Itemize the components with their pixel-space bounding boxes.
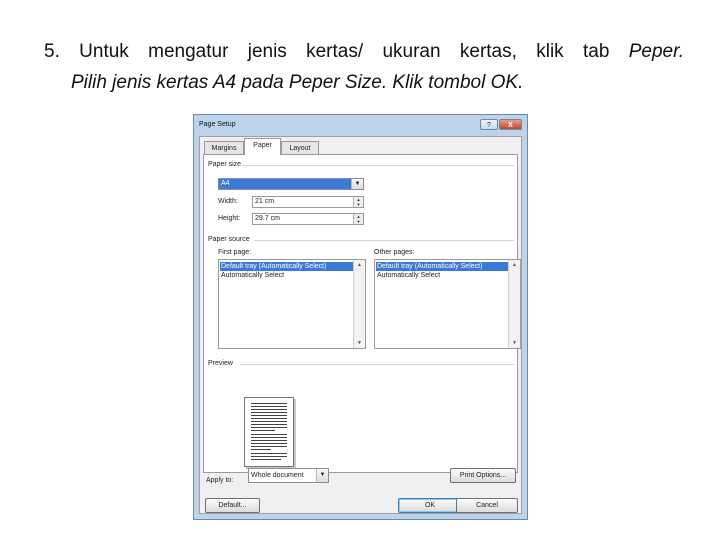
page-preview: [244, 397, 294, 467]
close-button[interactable]: X: [499, 119, 522, 130]
preview-line: [251, 427, 287, 428]
preview-line: [251, 449, 271, 450]
preview-line: [251, 418, 287, 419]
scroll-up-icon[interactable]: ▲: [509, 260, 520, 270]
paper-size-label: Paper size: [208, 161, 242, 168]
preview-line: [251, 437, 287, 438]
preview-line: [251, 440, 287, 441]
apply-to-label: Apply to:: [206, 477, 234, 484]
tab-margins[interactable]: Margins: [204, 141, 244, 154]
other-pages-label: Other pages:: [374, 249, 415, 256]
help-button[interactable]: ?: [480, 119, 498, 130]
dialog-client: Margins Paper Layout Paper size A4 ▼ Wid…: [199, 136, 522, 514]
dialog-titlebar[interactable]: Page Setup ? X: [194, 115, 527, 135]
dialog-title: Page Setup: [199, 121, 236, 128]
scrollbar[interactable]: ▲ ▼: [353, 260, 365, 348]
instruction-line-2: Pilih jenis kertas A4 pada Peper Size. K…: [71, 72, 524, 93]
apply-to-dropdown[interactable]: Whole document ▼: [248, 468, 329, 483]
paper-tab-panel: Paper size A4 ▼ Width: 21 cm ▲ ▼ Height: …: [203, 154, 521, 473]
page-setup-dialog: Page Setup ? X Margins Paper Layout Pape…: [193, 114, 528, 520]
divider: [254, 240, 514, 241]
step-number: 5.: [44, 41, 60, 62]
preview-line: [251, 403, 287, 404]
first-page-label: First page:: [218, 249, 252, 256]
width-label: Width:: [218, 198, 238, 205]
instruction-word: jenis: [247, 41, 287, 62]
list-item[interactable]: Default tray (Automatically Select): [220, 262, 353, 271]
list-item[interactable]: Default tray (Automatically Select): [376, 262, 508, 271]
height-label: Height:: [218, 215, 241, 222]
instruction-line-1: 5. Untuk mengatur jenis kertas/ ukuran k…: [44, 36, 684, 67]
scroll-down-icon[interactable]: ▼: [509, 338, 520, 348]
chevron-down-icon[interactable]: ▼: [351, 179, 363, 189]
spinner-arrows-icon[interactable]: ▲ ▼: [353, 197, 363, 207]
preview-line: [251, 409, 287, 410]
height-input[interactable]: 29.7 cm ▲ ▼: [252, 213, 364, 225]
preview-line: [251, 406, 287, 407]
paper-source-label: Paper source: [208, 236, 250, 243]
paper-size-dropdown[interactable]: A4 ▼: [218, 178, 364, 190]
paper-size-value: A4: [221, 180, 230, 187]
divider: [242, 165, 514, 166]
list-item[interactable]: Automatically Select: [220, 271, 353, 280]
cancel-button[interactable]: Cancel: [456, 498, 518, 513]
preview-line: [251, 453, 287, 454]
apply-to-value: Whole document: [251, 472, 304, 479]
preview-line: [251, 424, 287, 425]
divider: [240, 364, 514, 365]
preview-line: [251, 446, 287, 447]
instruction-word: Untuk: [79, 41, 129, 62]
preview-label: Preview: [208, 360, 233, 367]
preview-line: [251, 434, 287, 435]
preview-line: [251, 421, 287, 422]
width-value: 21 cm: [255, 198, 275, 205]
print-options-button[interactable]: Print Options...: [450, 468, 516, 483]
spinner-arrows-icon[interactable]: ▲ ▼: [353, 214, 363, 224]
other-pages-list[interactable]: Default tray (Automatically Select) Auto…: [374, 259, 521, 349]
list-item[interactable]: Automatically Select: [376, 271, 508, 280]
preview-line: [251, 456, 287, 457]
instruction-word: klik: [536, 41, 564, 62]
preview-line: [251, 415, 287, 416]
instruction-word: kertas,: [459, 41, 517, 62]
scroll-up-icon[interactable]: ▲: [354, 260, 365, 270]
instruction-word: kertas/: [306, 41, 364, 62]
preview-line: [251, 459, 281, 460]
default-button[interactable]: Default...: [205, 498, 260, 513]
scroll-down-icon[interactable]: ▼: [354, 338, 365, 348]
preview-line: [251, 443, 287, 444]
chevron-down-icon[interactable]: ▼: [316, 469, 328, 482]
first-page-list[interactable]: Default tray (Automatically Select) Auto…: [218, 259, 366, 349]
preview-line: [251, 430, 275, 431]
height-value: 29.7 cm: [255, 215, 280, 222]
instruction-text: 5. Untuk mengatur jenis kertas/ ukuran k…: [44, 36, 684, 98]
tab-paper[interactable]: Paper: [244, 138, 281, 155]
instruction-word: mengatur: [148, 41, 229, 62]
preview-line: [251, 412, 287, 413]
ok-button[interactable]: OK: [398, 498, 462, 513]
width-input[interactable]: 21 cm ▲ ▼: [252, 196, 364, 208]
instruction-word: ukuran: [382, 41, 441, 62]
instruction-word: tab: [582, 41, 610, 62]
scrollbar[interactable]: ▲ ▼: [508, 260, 520, 348]
instruction-word: Peper.: [628, 41, 684, 62]
tab-layout[interactable]: Layout: [281, 141, 319, 154]
